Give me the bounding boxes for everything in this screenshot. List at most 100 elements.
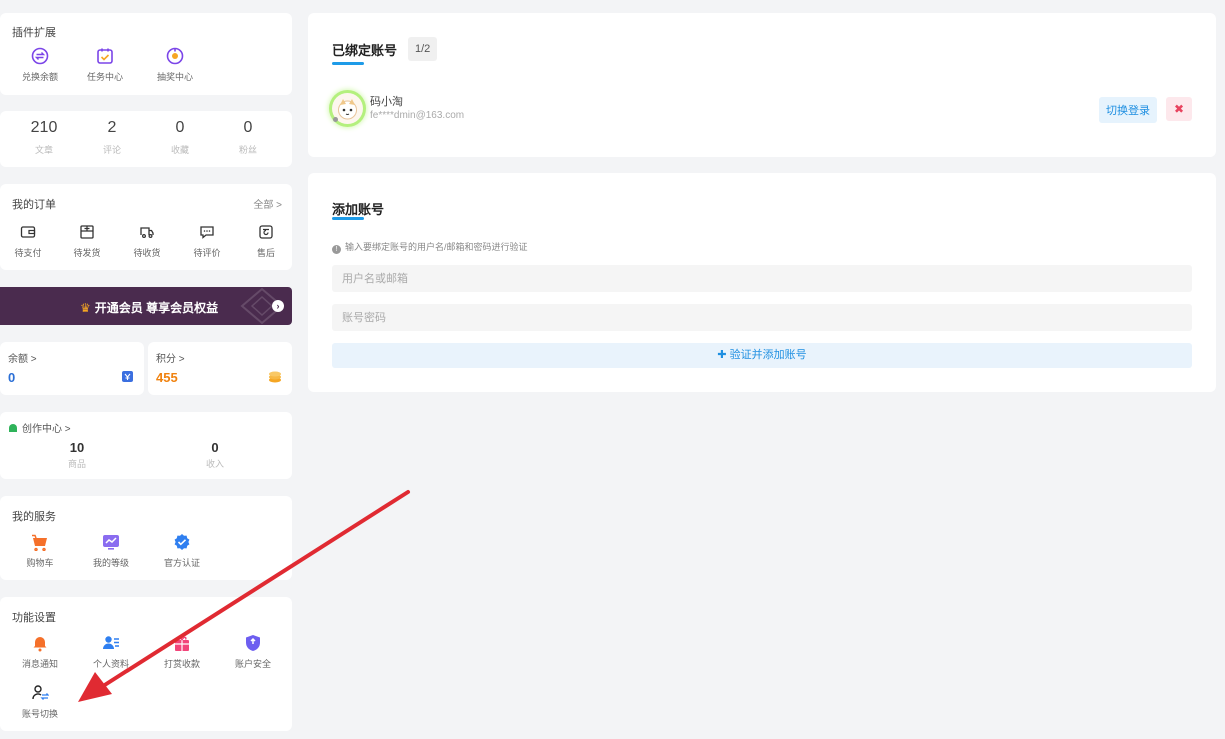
service-verified[interactable]: 官方认证 (154, 532, 210, 569)
creator-products-value: 10 (69, 440, 85, 455)
add-title: 添加账号 (332, 202, 385, 217)
service-label: 官方认证 (163, 558, 200, 568)
settings-card: 功能设置 消息通知 个人资料 打赏收款 账户安全 账号切换 (0, 597, 292, 731)
setting-switch-account[interactable]: 账号切换 (12, 683, 68, 720)
cart-icon (30, 532, 50, 552)
truck-icon (137, 222, 157, 242)
order-pending-payment[interactable]: 待支付 (0, 222, 56, 259)
online-status-dot (333, 117, 338, 122)
add-hint: ! 输入要绑定账号的用户名/邮箱和密码进行验证 (332, 240, 528, 254)
stat-label: 文章 (34, 145, 53, 155)
bound-accounts-card: 已绑定账号 1/2 码小淘 fe****dmin@163.com 切换登录 ✖ (308, 13, 1216, 157)
creator-income[interactable]: 0 收入 (185, 440, 245, 470)
order-pending-review[interactable]: 待评价 (176, 222, 238, 259)
order-label: 售后 (256, 248, 275, 258)
balance-label: 余额 > (8, 354, 37, 365)
stat-label: 收藏 (170, 145, 189, 155)
creator-products-label: 商品 (67, 459, 86, 469)
verified-icon (172, 532, 192, 552)
creator-income-value: 0 (211, 440, 219, 455)
order-pending-shipment[interactable]: 待发货 (56, 222, 118, 259)
box-icon (77, 222, 97, 242)
switch-login-button[interactable]: 切换登录 (1099, 97, 1157, 123)
info-icon: ! (332, 245, 341, 254)
order-label: 待支付 (14, 248, 42, 258)
lottery-icon (165, 46, 185, 66)
services-title: 我的服务 (12, 511, 56, 523)
setting-label: 打赏收款 (163, 659, 200, 669)
password-input[interactable] (332, 304, 1192, 331)
add-hint-text: 输入要绑定账号的用户名/邮箱和密码进行验证 (345, 242, 528, 252)
setting-profile[interactable]: 个人资料 (68, 633, 154, 670)
calendar-check-icon (95, 46, 115, 66)
bound-account-row: 码小淘 fe****dmin@163.com (332, 93, 1192, 127)
order-label: 待评价 (193, 248, 221, 258)
creator-card: 创作中心 > 10 商品 0 收入 (0, 412, 292, 479)
comment-icon (197, 222, 217, 242)
vip-banner[interactable]: ♛ 开通会员 尊享会员权益 › (0, 287, 292, 325)
creator-title[interactable]: 创作中心 > (22, 420, 71, 435)
setting-notifications[interactable]: 消息通知 (12, 633, 68, 670)
vip-text: ♛ 开通会员 尊享会员权益 (80, 299, 218, 316)
stats-card: 210 文章 2 评论 0 收藏 0 粉丝 (0, 111, 292, 167)
setting-label: 账号切换 (21, 709, 58, 719)
service-label: 我的等级 (92, 558, 129, 568)
stats-row: 210 文章 2 评论 0 收藏 0 粉丝 (10, 119, 302, 156)
settings-grid-row1: 消息通知 个人资料 打赏收款 账户安全 (12, 633, 296, 670)
points-card[interactable]: 积分 > 455 (148, 342, 292, 395)
plugin-exchange-balance[interactable]: 兑换余额 (12, 46, 68, 83)
username-input[interactable] (332, 265, 1192, 292)
plugin-label: 兑换余额 (21, 72, 58, 82)
stat-label: 评论 (102, 145, 121, 155)
shield-icon (243, 633, 263, 653)
creator-icon (8, 421, 18, 439)
balance-card[interactable]: 余额 > 0 (0, 342, 144, 395)
stat-value: 0 (243, 119, 253, 136)
points-label: 积分 > (156, 354, 185, 365)
orders-grid: 待支付 待发货 待收货 待评价 售后 (0, 222, 294, 259)
services-grid: 购物车 我的等级 官方认证 (12, 532, 210, 569)
stat-articles[interactable]: 210 文章 (10, 119, 78, 156)
profile-icon (101, 633, 121, 653)
plugin-task-center[interactable]: 任务中心 (68, 46, 142, 83)
vip-label: 开通会员 尊享会员权益 (94, 301, 219, 315)
stat-value: 0 (175, 119, 185, 136)
plugin-lottery-center[interactable]: 抽奖中心 (142, 46, 208, 83)
settings-grid-row2: 账号切换 (12, 683, 68, 720)
stat-value: 210 (30, 119, 58, 136)
setting-tips[interactable]: 打赏收款 (154, 633, 210, 670)
points-value: 455 (156, 370, 178, 385)
service-label: 购物车 (26, 558, 54, 568)
bound-count-badge: 1/2 (408, 37, 438, 61)
bound-account-email: fe****dmin@163.com (370, 110, 465, 121)
service-cart[interactable]: 购物车 (12, 532, 68, 569)
orders-title: 我的订单 (12, 199, 56, 211)
service-level[interactable]: 我的等级 (68, 532, 154, 569)
balance-value: 0 (8, 370, 16, 385)
order-after-sales[interactable]: 售后 (238, 222, 294, 259)
coins-icon (268, 370, 282, 388)
delete-account-button[interactable]: ✖ (1166, 97, 1192, 121)
services-card: 我的服务 购物车 我的等级 官方认证 (0, 496, 292, 580)
creator-products[interactable]: 10 商品 (47, 440, 107, 470)
setting-label: 消息通知 (21, 659, 58, 669)
order-label: 待收货 (133, 248, 161, 258)
order-pending-receipt[interactable]: 待收货 (118, 222, 176, 259)
creator-income-label: 收入 (205, 459, 224, 469)
stat-favorites[interactable]: 0 收藏 (146, 119, 214, 156)
chevron-right-icon: › (272, 300, 284, 312)
stat-fans[interactable]: 0 粉丝 (214, 119, 282, 156)
level-chart-icon (101, 532, 121, 552)
plugins-card: 插件扩展 兑换余额 任务中心 抽奖中心 (0, 13, 292, 95)
add-account-card: 添加账号 ! 输入要绑定账号的用户名/邮箱和密码进行验证 ✚ 验证并添加账号 (308, 173, 1216, 392)
stat-comments[interactable]: 2 评论 (78, 119, 146, 156)
wallet-badge-icon (121, 370, 134, 388)
add-title-underline (332, 217, 364, 220)
wallet-icon (18, 222, 38, 242)
setting-label: 账户安全 (234, 659, 271, 669)
crown-icon: ♛ (80, 301, 91, 315)
setting-security[interactable]: 账户安全 (210, 633, 296, 670)
verify-add-account-button[interactable]: ✚ 验证并添加账号 (332, 343, 1192, 368)
stat-value: 2 (107, 119, 117, 136)
orders-all-link[interactable]: 全部 > (253, 196, 282, 211)
